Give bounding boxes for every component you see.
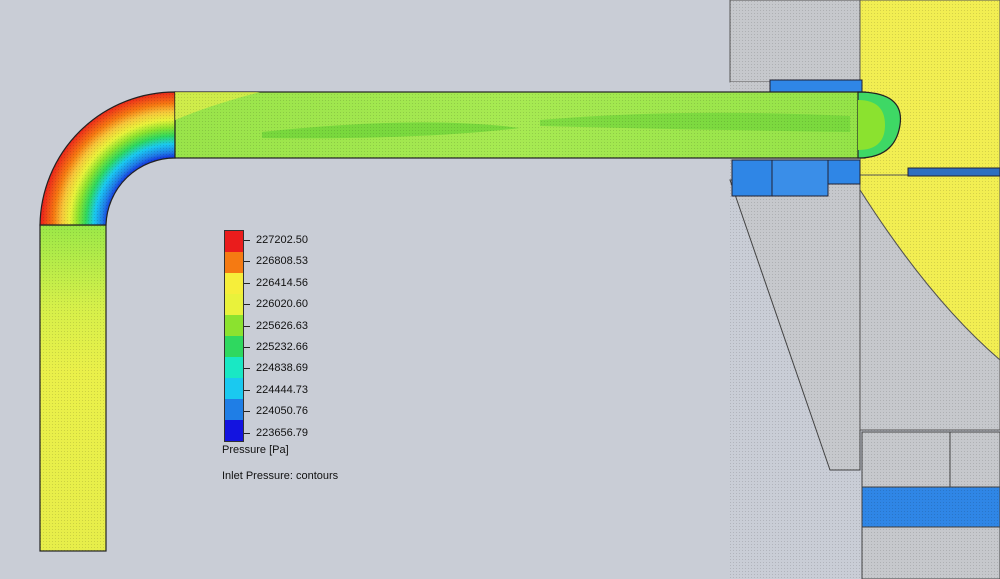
legend-swatch [225,399,243,421]
legend-swatch [225,336,243,358]
legend-value: 223656.79 [256,426,308,439]
legend-swatch [225,231,243,253]
legend-tick [244,325,250,327]
legend-swatch [225,420,243,441]
legend-value: 226020.60 [256,298,308,311]
legend-value: 225626.63 [256,319,308,332]
legend-tick [244,347,250,348]
legend-tick [244,368,250,370]
legend-swatch [225,378,243,400]
legend-tick [244,432,250,434]
pipe-bend[interactable] [39,91,176,226]
color-legend: 227202.50 226808.53 226414.56 226020.60 2256… [222,230,382,490]
legend-value: 225232.66 [256,341,308,353]
legend-colorbar [224,230,244,442]
legend-value: 224444.73 [256,383,308,396]
legend-value: 224838.69 [256,362,308,375]
legend-tick [244,411,250,413]
legend-value: 227202.50 [256,234,308,246]
legend-swatch [225,315,243,337]
legend-tick [244,282,250,284]
pressure-contour-render[interactable] [0,0,1000,579]
legend-swatch [225,357,243,379]
legend-tick [244,240,250,241]
legend-tick [244,304,250,306]
inlet-vertical-pipe[interactable] [39,224,107,552]
legend-swatch [225,252,243,274]
legend-value: 226414.56 [256,276,308,289]
legend-tick [244,261,250,263]
plot-title: Inlet Pressure: contours [222,470,339,482]
horizontal-pipe[interactable] [174,91,902,159]
simulation-viewport[interactable]: 227202.50 226808.53 226414.56 226020.60 2256… [0,0,1000,579]
legend-swatch [225,273,243,295]
legend-tick [244,389,250,391]
legend-value: 226808.53 [256,255,308,268]
legend-value: 224050.76 [256,405,308,418]
legend-title: Pressure [Pa] [222,444,289,456]
legend-swatch [225,294,243,316]
